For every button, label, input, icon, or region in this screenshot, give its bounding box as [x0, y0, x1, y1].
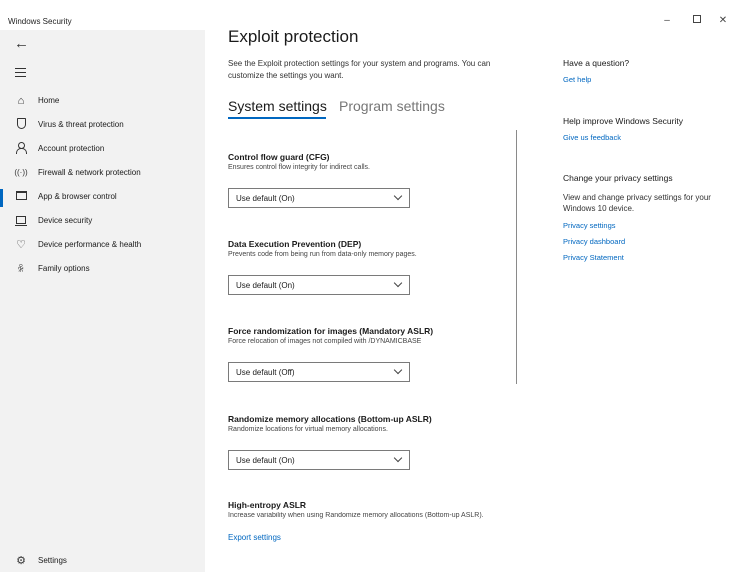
sidebar-item-device-security[interactable]: Device security	[0, 211, 205, 233]
setting-title: Force randomization for images (Mandator…	[228, 326, 434, 336]
setting-description: Force relocation of images not compiled …	[228, 338, 422, 345]
setting-title: High-entropy ASLR	[228, 500, 307, 510]
active-indicator	[0, 189, 3, 207]
hamburger-icon-line	[15, 72, 26, 73]
sidebar-item-settings[interactable]: ⚙ Settings	[0, 551, 205, 572]
tab-system-settings[interactable]: System settings	[228, 98, 327, 114]
page-description: See the Exploit protection settings for …	[228, 59, 491, 80]
sidebar-item-account-protection[interactable]: Account protection	[0, 139, 205, 161]
dropdown-value: Use default (Off)	[236, 368, 295, 377]
sidebar-item-label: Virus & threat protection	[38, 120, 124, 129]
maximize-button[interactable]	[690, 14, 704, 28]
privacy-statement-link[interactable]: Privacy Statement	[563, 253, 624, 262]
mandatory-aslr-dropdown[interactable]: Use default (Off)	[228, 362, 410, 382]
tab-program-settings[interactable]: Program settings	[339, 98, 445, 114]
dropdown-value: Use default (On)	[236, 281, 295, 290]
sidebar-item-label: Family options	[38, 264, 90, 273]
setting-mandatory-aslr: Force randomization for images (Mandator…	[228, 326, 518, 382]
setting-bottom-up-aslr: Randomize memory allocations (Bottom-up …	[228, 414, 518, 470]
setting-cfg: Control flow guard (CFG) Ensures control…	[228, 152, 518, 208]
setting-description: Prevents code from being run from data-o…	[228, 251, 417, 258]
sidebar: ← ⌂ Home Virus & threat protection Accou…	[0, 30, 205, 572]
setting-description: Ensures control flow integrity for indir…	[228, 164, 370, 171]
privacy-description: View and change privacy settings for you…	[563, 193, 711, 213]
dropdown-value: Use default (On)	[236, 456, 295, 465]
home-icon: ⌂	[17, 95, 25, 107]
close-button[interactable]: ✕	[716, 14, 730, 28]
browser-icon	[14, 190, 28, 204]
sidebar-item-device-performance-health[interactable]: ♡ Device performance & health	[0, 235, 205, 257]
setting-description: Increase variability when using Randomiz…	[228, 512, 484, 519]
hamburger-icon-line	[15, 68, 26, 69]
page-title: Exploit protection	[228, 27, 359, 46]
back-arrow-icon: ←	[14, 35, 29, 52]
family-icon: ꆜ	[17, 264, 25, 274]
person-icon	[14, 142, 28, 156]
setting-title: Data Execution Prevention (DEP)	[228, 239, 362, 249]
privacy-heading: Change your privacy settings	[563, 173, 673, 183]
get-help-link[interactable]: Get help	[563, 75, 591, 84]
chevron-down-icon	[393, 191, 403, 201]
sidebar-item-app-browser-control[interactable]: App & browser control	[0, 187, 205, 209]
sidebar-item-home[interactable]: ⌂ Home	[0, 91, 205, 113]
dropdown-value: Use default (On)	[236, 194, 295, 203]
export-settings-link[interactable]: Export settings	[228, 533, 281, 542]
setting-description: Randomize locations for virtual memory a…	[228, 426, 388, 433]
give-feedback-link[interactable]: Give us feedback	[563, 133, 621, 142]
back-button[interactable]: ←	[14, 35, 29, 52]
sidebar-item-virus-threat-protection[interactable]: Virus & threat protection	[0, 115, 205, 137]
sidebar-item-label: Settings	[38, 556, 67, 565]
chevron-down-icon	[393, 365, 403, 375]
setting-high-entropy-aslr: High-entropy ASLR Increase variability w…	[228, 500, 518, 522]
privacy-dashboard-link[interactable]: Privacy dashboard	[563, 237, 625, 246]
sidebar-item-label: App & browser control	[38, 192, 117, 201]
heart-icon: ♡	[16, 239, 26, 251]
menu-button[interactable]	[15, 68, 26, 80]
dep-dropdown[interactable]: Use default (On)	[228, 275, 410, 295]
sidebar-item-firewall-network-protection[interactable]: ((·)) Firewall & network protection	[0, 163, 205, 185]
setting-title: Randomize memory allocations (Bottom-up …	[228, 414, 432, 424]
sidebar-item-family-options[interactable]: ꆜ Family options	[0, 259, 205, 281]
sidebar-item-label: Device security	[38, 216, 93, 225]
setting-title: Control flow guard (CFG)	[228, 152, 330, 162]
sidebar-item-label: Firewall & network protection	[38, 168, 141, 177]
shield-icon	[14, 118, 28, 132]
sidebar-item-label: Device performance & health	[38, 240, 142, 249]
sidebar-item-label: Account protection	[38, 144, 105, 153]
improve-heading: Help improve Windows Security	[563, 116, 683, 126]
wifi-icon: ((·))	[14, 168, 28, 177]
device-icon	[14, 214, 28, 228]
window-title: Windows Security	[8, 17, 72, 26]
sidebar-item-label: Home	[38, 96, 60, 105]
active-tab-underline	[228, 117, 326, 119]
main-content: Exploit protection See the Exploit prote…	[205, 27, 731, 572]
minimize-button[interactable]: –	[660, 14, 674, 28]
cfg-dropdown[interactable]: Use default (On)	[228, 188, 410, 208]
privacy-settings-link[interactable]: Privacy settings	[563, 221, 616, 230]
gear-icon: ⚙	[16, 555, 26, 567]
hamburger-icon-line	[15, 76, 26, 77]
question-heading: Have a question?	[563, 58, 630, 68]
title-bar: Windows Security – ✕	[0, 0, 731, 30]
setting-dep: Data Execution Prevention (DEP) Prevents…	[228, 239, 518, 295]
chevron-down-icon	[393, 278, 403, 288]
maximize-icon	[693, 15, 701, 23]
bottom-up-aslr-dropdown[interactable]: Use default (On)	[228, 450, 410, 470]
chevron-down-icon	[393, 453, 403, 463]
